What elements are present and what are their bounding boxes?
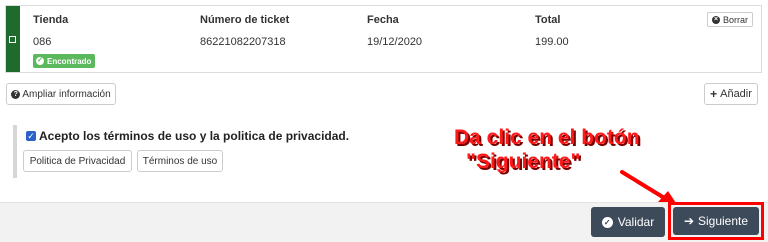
col-header-tienda: Tienda bbox=[33, 14, 69, 26]
terms-label: Acepto los términos de uso y la politica… bbox=[39, 129, 350, 143]
ticket-selected-stripe bbox=[6, 6, 20, 72]
col-header-total: Total bbox=[535, 14, 561, 26]
col-header-fecha: Fecha bbox=[367, 14, 399, 26]
cell-tienda: 086 bbox=[33, 36, 52, 48]
privacy-policy-button[interactable]: Politica de Privacidad bbox=[23, 150, 132, 172]
delete-ticket-label: Borrar bbox=[722, 14, 748, 25]
validate-label: Validar bbox=[617, 215, 655, 229]
expand-info-label: Ampliar información bbox=[22, 88, 111, 100]
status-badge: ✓ Encontrado bbox=[33, 54, 96, 68]
check-circle-icon: ✓ bbox=[601, 216, 613, 228]
page: Tienda Número de ticket Fecha Total 086 … bbox=[0, 0, 768, 242]
cell-fecha: 19/12/2020 bbox=[367, 36, 423, 48]
add-label: Añadir bbox=[720, 88, 752, 100]
terms-of-use-button[interactable]: Términos de uso bbox=[137, 150, 223, 172]
next-button[interactable]: ➔ Siguiente bbox=[673, 207, 759, 235]
instruction-annotation: Da clic en el botón "Siguiente" bbox=[454, 126, 640, 174]
cell-numero: 86221082207318 bbox=[200, 36, 286, 48]
plus-icon: + bbox=[710, 87, 718, 101]
validate-button[interactable]: ✓ Validar bbox=[591, 207, 665, 237]
annotation-line-2: "Siguiente" bbox=[466, 150, 581, 173]
arrow-right-icon: ➔ bbox=[683, 214, 694, 228]
add-button[interactable]: + Añadir bbox=[704, 83, 758, 105]
ticket-select-checkbox[interactable] bbox=[9, 36, 16, 43]
next-label: Siguiente bbox=[698, 214, 749, 228]
terms-checkbox[interactable]: ✓ bbox=[26, 131, 36, 141]
expand-info-button[interactable]: ? Ampliar información bbox=[6, 83, 116, 105]
status-badge-label: Encontrado bbox=[47, 56, 92, 66]
ticket-card: Tienda Número de ticket Fecha Total 086 … bbox=[5, 5, 762, 73]
col-header-numero: Número de ticket bbox=[200, 14, 290, 26]
question-circle-icon: ? bbox=[11, 89, 21, 99]
annotation-line-1: Da clic en el botón bbox=[454, 126, 640, 149]
delete-ticket-button[interactable]: × Borrar bbox=[706, 12, 753, 27]
close-circle-icon: × bbox=[711, 15, 720, 24]
cell-total: 199.00 bbox=[535, 36, 569, 48]
check-circle-icon: ✓ bbox=[36, 57, 44, 65]
